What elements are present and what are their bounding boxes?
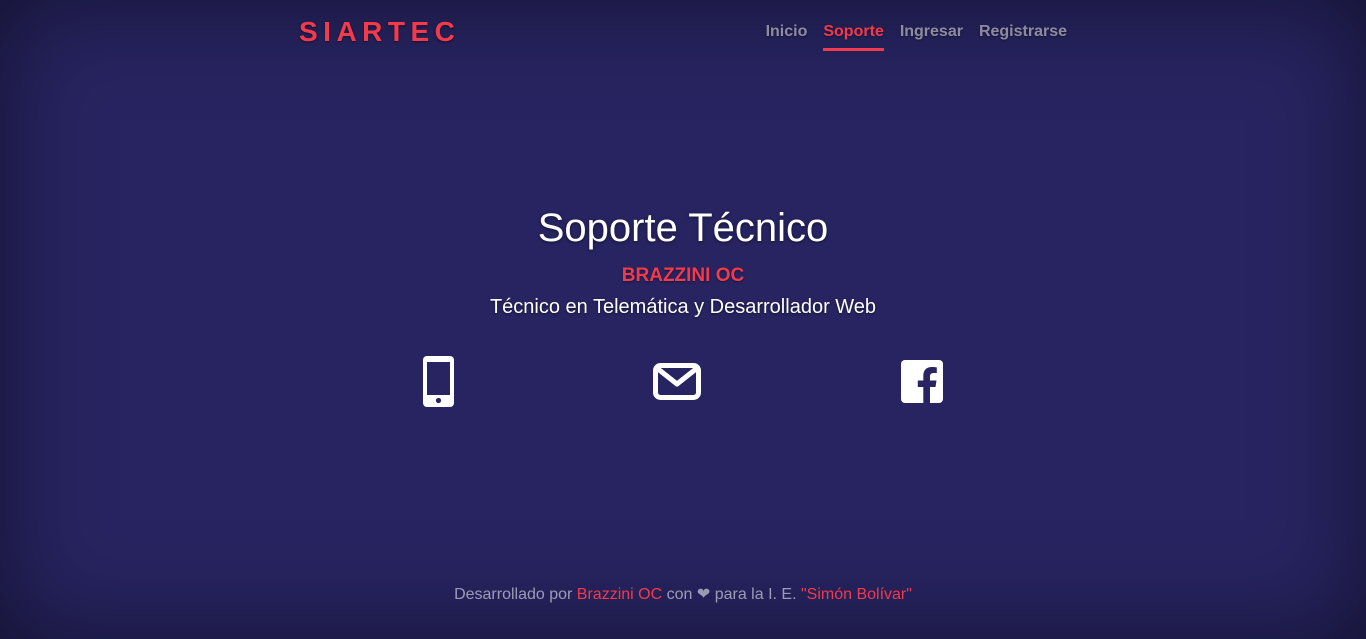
nav-item-inicio[interactable]: Inicio <box>766 22 808 51</box>
author-name: BRAZZINI OC <box>621 265 745 286</box>
footer-prefix: Desarrollado por <box>454 586 573 603</box>
author-role: Técnico en Telemática y Desarrollador We… <box>489 296 877 318</box>
footer-author-link[interactable]: Brazzini OC <box>577 586 662 603</box>
page-title: Soporte Técnico <box>537 206 829 250</box>
brand-logo[interactable]: SIARTEC <box>299 14 460 50</box>
nav-item-ingresar[interactable]: Ingresar <box>900 22 963 51</box>
nav-item-registrarse[interactable]: Registrarse <box>979 22 1067 51</box>
facebook-icon[interactable] <box>901 360 943 403</box>
footer-school-link[interactable]: "Simón Bolívar" <box>801 586 912 603</box>
mobile-phone-icon[interactable] <box>423 356 454 407</box>
nav-item-soporte[interactable]: Soporte <box>823 22 884 51</box>
main-nav: Inicio Soporte Ingresar Registrarse <box>766 22 1067 51</box>
footer-middle: con ❤ para la I. E. <box>666 586 797 603</box>
footer: Desarrollado por Brazzini OC con ❤ para … <box>0 585 1366 605</box>
envelope-icon[interactable] <box>653 363 701 400</box>
hero-section: Soporte Técnico BRAZZINI OC Técnico en T… <box>0 203 1366 319</box>
